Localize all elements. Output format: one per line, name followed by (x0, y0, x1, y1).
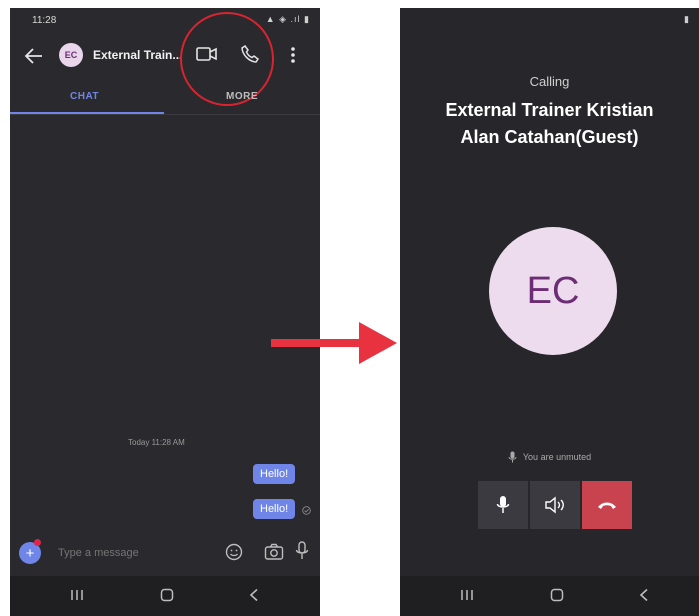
message-bubble[interactable]: Hello! (253, 499, 296, 519)
status-time: 11:28 (32, 15, 57, 26)
back-arrow-icon[interactable] (24, 46, 44, 66)
annotation-arrow-icon (271, 322, 397, 364)
message-timestamp: Today 11:28 AM (128, 438, 185, 447)
mute-status-text: You are unmuted (522, 452, 592, 462)
call-status-label: Calling (529, 74, 570, 89)
home-icon[interactable] (160, 588, 174, 602)
contact-avatar[interactable]: EC (59, 43, 83, 67)
nav-back-icon[interactable] (638, 588, 650, 602)
contact-name[interactable]: External Train... (93, 48, 182, 62)
mute-status: You are unmuted (400, 451, 699, 463)
more-options-icon[interactable] (290, 46, 296, 64)
callee-name-line2: Alan Catahan(Guest) (460, 127, 639, 147)
read-receipt-icon (302, 506, 311, 515)
microphone-icon (496, 496, 510, 513)
camera-icon[interactable] (264, 543, 284, 561)
callee-avatar: EC (489, 227, 617, 355)
status-icons: ▮ (684, 14, 689, 24)
mute-button[interactable] (478, 481, 528, 529)
nav-back-icon[interactable] (248, 588, 260, 602)
hang-up-icon (598, 502, 616, 509)
home-icon[interactable] (550, 588, 564, 602)
chat-screen: 11:28 ▲ ◈ .ıl ▮ EC External Train... CHA… (10, 8, 320, 616)
recent-apps-icon[interactable] (70, 589, 84, 601)
speaker-button[interactable] (530, 481, 580, 529)
message-input[interactable] (58, 544, 218, 562)
callee-name-line1: External Trainer Kristian (445, 100, 654, 120)
tab-divider (10, 114, 320, 115)
tab-chat[interactable]: CHAT (70, 91, 99, 102)
hang-up-button[interactable] (582, 481, 632, 529)
recent-apps-icon[interactable] (460, 589, 474, 601)
message-bubble[interactable]: Hello! (253, 464, 296, 484)
calling-screen: ▮ Calling External Trainer Kristian Alan… (400, 8, 699, 616)
notification-dot (34, 539, 41, 546)
speaker-icon (545, 496, 564, 514)
status-icons: ▲ ◈ .ıl ▮ (265, 14, 310, 24)
emoji-icon[interactable] (225, 543, 243, 561)
microphone-icon[interactable] (295, 541, 309, 561)
mic-status-icon (508, 451, 517, 463)
tab-more[interactable]: MORE (226, 91, 258, 102)
callee-name: External Trainer Kristian Alan Catahan(G… (400, 97, 699, 151)
